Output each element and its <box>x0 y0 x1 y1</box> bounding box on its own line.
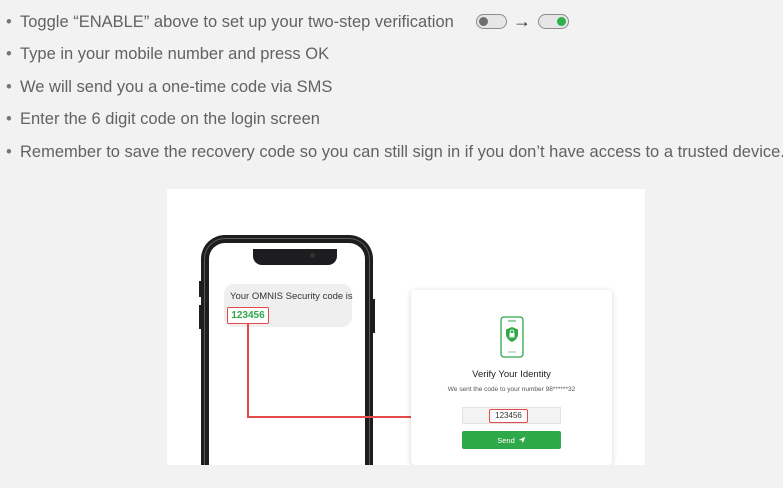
bullet: • <box>6 45 12 63</box>
instruction-step-4: • Enter the 6 digit code on the login scr… <box>6 109 320 129</box>
sms-code: 123456 <box>227 307 269 324</box>
toggle-on-icon <box>538 14 569 29</box>
step-text: Remember to save the recovery code so yo… <box>20 143 783 161</box>
instruction-step-3: • We will send you a one-time code via SM… <box>6 77 332 97</box>
illustration-card: Your OMNIS Security code is 123456 Verif… <box>167 189 645 465</box>
verify-identity-panel: Verify Your Identity We sent the code to… <box>411 290 612 465</box>
toggle-illustration: → <box>476 11 576 32</box>
send-button[interactable]: Send <box>462 431 561 449</box>
phone-illustration <box>201 235 373 465</box>
step-text: Type in your mobile number and press OK <box>20 45 330 63</box>
instruction-step-5: • Remember to save the recovery code so y… <box>6 142 783 162</box>
toggle-off-icon <box>476 14 507 29</box>
send-button-label: Send <box>497 435 515 445</box>
code-input-value: 123456 <box>489 409 528 423</box>
connector-line <box>247 323 249 417</box>
bullet: • <box>6 143 12 161</box>
paper-plane-icon <box>518 436 525 444</box>
bullet: • <box>6 110 12 128</box>
bullet: • <box>6 78 12 96</box>
bullet: • <box>6 13 12 31</box>
phone-notch <box>253 249 337 265</box>
verify-title: Verify Your Identity <box>472 369 551 380</box>
sms-text: Your OMNIS Security code is <box>230 291 353 302</box>
verify-subtitle: We sent the code to your number 98******… <box>447 386 576 393</box>
arrow-right-icon: → <box>513 11 531 31</box>
phone-screen <box>209 243 365 465</box>
step-text: We will send you a one-time code via SMS <box>20 78 333 96</box>
step-text: Enter the 6 digit code on the login scre… <box>20 110 320 128</box>
instruction-step-1: • Toggle “ENABLE” above to set up your tw… <box>6 12 454 32</box>
instruction-step-2: • Type in your mobile number and press OK <box>6 44 329 64</box>
smartphone-lock-icon <box>500 316 524 358</box>
step-text: Toggle “ENABLE” above to set up your two… <box>20 13 454 31</box>
